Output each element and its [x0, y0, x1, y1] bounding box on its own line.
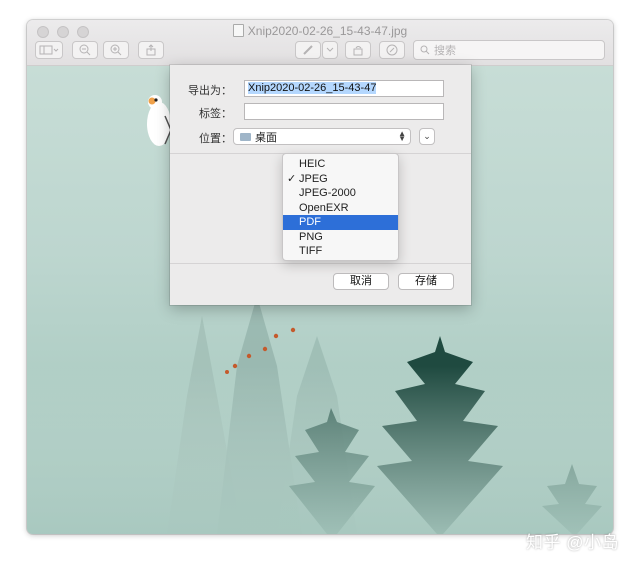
sidebar-icon: [39, 45, 59, 55]
updown-chevron-icon: ▲ ▼: [398, 129, 406, 143]
watermark: 知乎 @小岛: [526, 533, 619, 552]
tags-label: 标签：: [199, 108, 232, 120]
pen-icon: [303, 45, 313, 55]
rotate-button[interactable]: [345, 41, 371, 59]
folder-icon: [240, 132, 251, 141]
sidebar-toggle-button[interactable]: [35, 41, 63, 59]
format-menu-item[interactable]: JPEG-2000: [283, 186, 398, 201]
location-label: 位置：: [199, 133, 232, 145]
markup-menu-button[interactable]: [322, 41, 338, 59]
markup-button[interactable]: [295, 41, 321, 59]
window-title: Xnip2020-02-26_15-43-47.jpg: [27, 24, 613, 38]
format-menu-item[interactable]: PNG: [283, 230, 398, 245]
location-popup[interactable]: 桌面 ▲ ▼: [233, 128, 411, 145]
format-menu-item[interactable]: OpenEXR: [283, 201, 398, 216]
export-as-label: 导出为：: [188, 85, 232, 97]
checkmark-icon: ✓: [287, 172, 297, 185]
zoom-in-icon: [110, 44, 122, 56]
share-button[interactable]: [138, 41, 164, 59]
annotate-button[interactable]: [379, 41, 405, 59]
format-menu: HEIC ✓ JPEG JPEG-2000 OpenEXR PDF PNG TIFF: [282, 153, 399, 261]
chevron-down-icon: ⌄: [423, 131, 431, 141]
cancel-button[interactable]: 取消: [333, 273, 389, 290]
zoom-in-button[interactable]: [103, 41, 129, 59]
format-menu-item[interactable]: TIFF: [283, 244, 398, 259]
tags-field[interactable]: [244, 103, 444, 120]
export-as-field[interactable]: Xnip2020-02-26_15-43-47: [244, 80, 444, 97]
save-button[interactable]: 存储: [398, 273, 454, 290]
zoom-out-button[interactable]: [72, 41, 98, 59]
search-field[interactable]: 搜索: [413, 40, 605, 60]
rotate-icon: [353, 46, 363, 56]
search-icon: [420, 45, 430, 55]
document-icon: [232, 24, 244, 37]
format-menu-item[interactable]: PDF: [283, 215, 398, 230]
title-bar: Xnip2020-02-26_15-43-47.jpg 搜索: [27, 20, 613, 66]
expand-location-button[interactable]: ⌄: [419, 128, 435, 145]
pen-circle-icon: [386, 44, 398, 56]
export-as-value: Xnip2020-02-26_15-43-47: [248, 82, 377, 94]
format-menu-item[interactable]: HEIC: [283, 157, 398, 172]
zoom-out-icon: [79, 44, 91, 56]
share-icon: [146, 44, 156, 56]
sheet-divider-bottom: [170, 263, 471, 264]
format-menu-item[interactable]: ✓ JPEG: [283, 172, 398, 187]
export-sheet: 导出为： Xnip2020-02-26_15-43-47 标签： 位置： 桌面 …: [170, 65, 471, 305]
chevron-down-icon: [326, 47, 334, 52]
